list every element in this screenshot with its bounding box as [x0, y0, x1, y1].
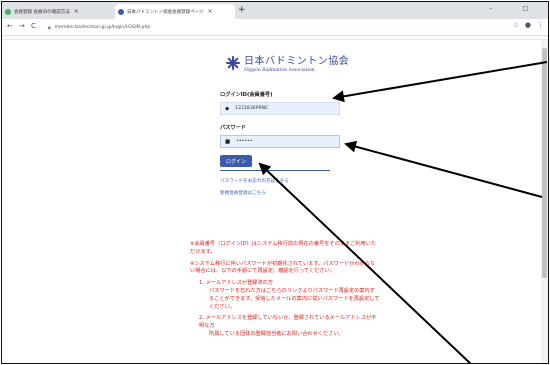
login-id-value: 1221836PRNC — [235, 106, 269, 111]
logo-english-name: Nippon Badminton Association — [244, 68, 315, 73]
tab-favicon-icon — [5, 9, 11, 15]
close-tab-icon[interactable]: × — [74, 8, 79, 15]
window-controls[interactable]: – □ — [489, 5, 542, 12]
association-logo: 日本バドミントン協会 Nippon Badminton Association — [226, 52, 349, 73]
tag-icon: ◆ — [225, 105, 230, 112]
tab-title: 会員登録 会員IDの確認方法 — [14, 9, 70, 15]
page-content: 日本バドミントン協会 Nippon Badminton Association … — [2, 36, 548, 363]
notice-text: ※会員番号（ログインID）はシステム移行前の現在の番号をそのままご利用いただけま… — [190, 241, 380, 343]
address-bar[interactable]: 🔒︎ member.badminton-jp.jp/login/LOGIN.ph… — [48, 22, 468, 33]
bookmark-star-icon[interactable]: ☆ — [513, 21, 519, 29]
reload-icon[interactable]: C — [31, 22, 36, 30]
scroll-thumb[interactable] — [542, 48, 547, 278]
password-value: •••••• — [236, 139, 253, 144]
login-id-label: ログインID(会員番号) — [220, 92, 273, 98]
shuttlecock-logo-icon — [226, 55, 240, 70]
lock-icon: 🔒︎ — [48, 24, 51, 31]
login-id-field[interactable]: ◆ 1221836PRNC — [220, 102, 340, 115]
menu-icon[interactable]: ⋮ — [537, 21, 544, 29]
notice-item-2-title: 2. メールアドレスを登録していないか、登録されているメールアドレスが不明な方 — [199, 315, 377, 330]
form-divider — [220, 170, 330, 171]
forgot-password-link[interactable]: パスワードをお忘れの方はこちら — [220, 178, 340, 184]
forward-arrow-icon[interactable]: → — [19, 22, 25, 30]
browser-toolbar: ← → C 🔒︎ member.badminton-jp.jp/login/LO… — [2, 19, 548, 36]
new-tab-button[interactable]: + — [238, 5, 246, 15]
lock-icon: ■ — [225, 138, 231, 145]
browser-tab-2[interactable]: 日本バドミントン協会会員登録ページ × — [115, 4, 235, 19]
notice-item-1-title: 1. メールアドレスが登録済の方 — [199, 280, 274, 287]
notice-item-1-body: パスワードを忘れた方はこちらのリンクよりパスワード再設定の案内することができます… — [209, 287, 380, 310]
browser-tab-1[interactable]: 会員登録 会員IDの確認方法 × — [2, 4, 115, 19]
password-field[interactable]: ■ •••••• — [220, 135, 340, 148]
tab-bar: 会員登録 会員IDの確認方法 × 日本バドミントン協会会員登録ページ × + –… — [2, 2, 548, 19]
tab-title: 日本バドミントン協会会員登録ページ — [127, 9, 204, 15]
password-label: パスワード — [220, 125, 246, 131]
notice-password-reset: ※システム移行に伴いパスワードが初期化されています。パスワードがわからない場合に… — [190, 260, 376, 275]
profile-icon[interactable]: ● — [525, 21, 531, 29]
back-arrow-icon[interactable]: ← — [7, 22, 13, 30]
tab-favicon-icon — [118, 9, 124, 15]
close-tab-icon[interactable]: × — [208, 8, 213, 15]
register-link[interactable]: 新規会員登録はこちら — [220, 190, 340, 196]
login-form: ログインID(会員番号) ◆ 1221836PRNC パスワード ■ •••••… — [220, 91, 340, 196]
scrollbar[interactable] — [541, 40, 548, 363]
screenshot-frame: 会員登録 会員IDの確認方法 × 日本バドミントン協会会員登録ページ × + –… — [1, 1, 549, 364]
notice-item-2-body: 所属している団体の登録担当者にお問い合わせください。 — [209, 330, 344, 337]
url-text: member.badminton-jp.jp/login/LOGIN.php — [54, 25, 151, 30]
notice-member-id: ※会員番号（ログインID）はシステム移行前の現在の番号をそのままご利用いただけま… — [190, 241, 377, 255]
logo-japanese-name: 日本バドミントン協会 — [244, 56, 350, 67]
header-divider — [2, 39, 548, 40]
browser-tools: ☆ ● ⋮ — [513, 21, 544, 29]
login-button[interactable]: ログイン — [220, 155, 252, 167]
